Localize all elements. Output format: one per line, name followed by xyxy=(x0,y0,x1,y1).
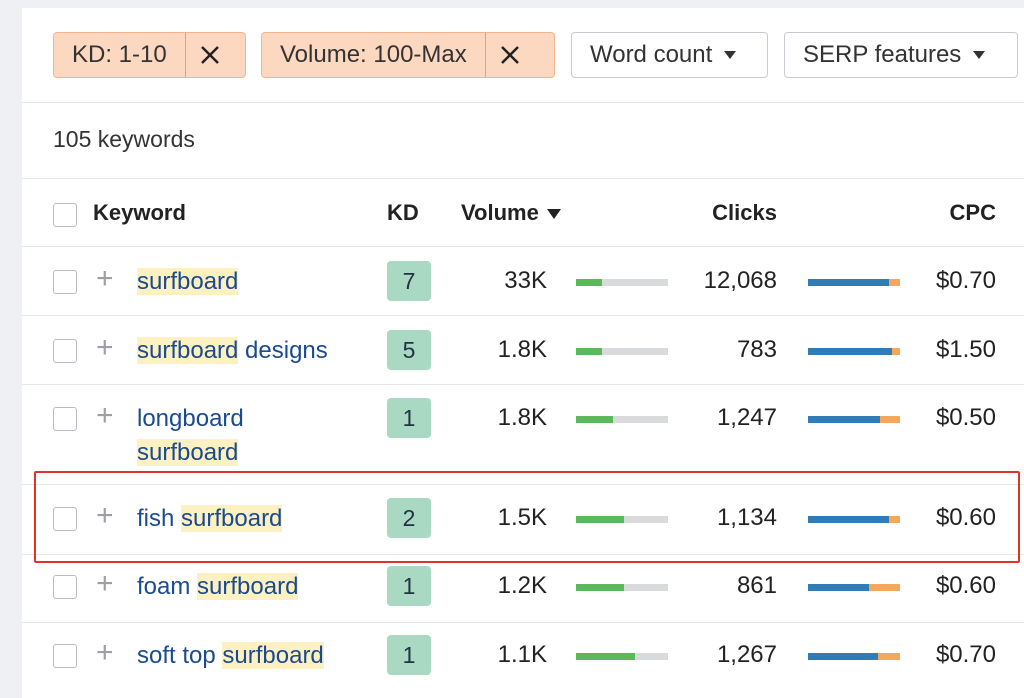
keyword-prefix: soft top xyxy=(137,642,223,669)
clicks-value: 1,267 xyxy=(716,641,777,668)
volume-bar xyxy=(576,584,668,591)
word-count-label: Word count xyxy=(590,41,713,68)
keywords-panel: KD: 1-10 Volume: 100-Max Word count SERP… xyxy=(22,8,1024,698)
volume-bar-fill xyxy=(576,416,613,423)
kd-badge: 1 xyxy=(387,635,431,675)
clicks-bar xyxy=(808,348,900,355)
volume-bar xyxy=(576,279,668,286)
keyword-link[interactable]: soft top surfboard xyxy=(137,639,367,673)
close-icon[interactable] xyxy=(184,33,234,77)
row-checkbox[interactable] xyxy=(53,644,77,668)
cpc-value: $0.70 xyxy=(935,641,996,668)
keyword-link[interactable]: surfboard designs xyxy=(137,334,367,368)
keyword-count: 105 keywords xyxy=(53,126,195,152)
plus-icon[interactable]: + xyxy=(96,569,114,599)
divider xyxy=(22,384,1024,385)
divider xyxy=(22,178,1024,179)
volume-bar-fill xyxy=(576,584,624,591)
volume-filter-label: Volume: 100-Max xyxy=(280,41,467,68)
volume-value: 1.2K xyxy=(497,572,547,599)
kd-badge: 1 xyxy=(387,398,431,438)
keyword-match: surfboard xyxy=(137,439,239,466)
row-checkbox[interactable] xyxy=(53,339,77,363)
kd-badge: 1 xyxy=(387,566,431,606)
divider xyxy=(22,315,1024,316)
kd-filter-label: KD: 1-10 xyxy=(72,41,167,68)
divider xyxy=(22,246,1024,247)
cpc-value: $1.50 xyxy=(935,336,996,363)
volume-value: 33K xyxy=(504,267,547,294)
divider xyxy=(22,622,1024,623)
keyword-prefix: foam xyxy=(137,573,198,600)
kd-badge: 7 xyxy=(387,261,431,301)
volume-filter-chip[interactable]: Volume: 100-Max xyxy=(261,32,555,78)
keyword-match: surfboard xyxy=(197,573,299,600)
select-all-checkbox[interactable] xyxy=(53,203,77,227)
volume-bar xyxy=(576,348,668,355)
serp-features-dropdown[interactable]: SERP features xyxy=(784,32,1018,78)
keyword-link[interactable]: longboard surfboard xyxy=(137,402,287,470)
volume-value: 1.8K xyxy=(497,404,547,431)
clicks-value: 12,068 xyxy=(703,267,777,294)
cpc-value: $0.50 xyxy=(935,404,996,431)
row-checkbox[interactable] xyxy=(53,270,77,294)
serp-features-label: SERP features xyxy=(803,41,962,68)
clicks-bar-fill xyxy=(808,416,880,423)
column-header-kd[interactable]: KD xyxy=(387,200,419,226)
volume-bar xyxy=(576,653,668,660)
clicks-bar-fill xyxy=(808,653,878,660)
plus-icon[interactable]: + xyxy=(96,638,114,668)
plus-icon[interactable]: + xyxy=(96,401,114,431)
keyword-match: surfboard xyxy=(222,642,324,669)
volume-bar-fill xyxy=(576,653,635,660)
clicks-value: 1,247 xyxy=(716,404,777,431)
clicks-bar-fill xyxy=(808,279,889,286)
close-icon[interactable] xyxy=(484,33,534,77)
caret-down-icon xyxy=(973,51,986,59)
keyword-link[interactable]: foam surfboard xyxy=(137,570,367,604)
volume-bar-fill xyxy=(576,279,602,286)
volume-value: 1.8K xyxy=(497,336,547,363)
highlight-box xyxy=(34,471,1020,563)
plus-icon[interactable]: + xyxy=(96,333,114,363)
column-header-keyword[interactable]: Keyword xyxy=(93,200,186,226)
clicks-bar xyxy=(808,584,900,591)
volume-value: 1.1K xyxy=(497,641,547,668)
kd-badge: 5 xyxy=(387,330,431,370)
column-header-cpc[interactable]: CPC xyxy=(950,200,996,226)
clicks-bar-fill xyxy=(808,584,869,591)
column-header-clicks[interactable]: Clicks xyxy=(712,200,777,226)
volume-bar xyxy=(576,416,668,423)
row-checkbox[interactable] xyxy=(53,407,77,431)
column-header-volume[interactable]: Volume xyxy=(461,200,561,226)
caret-down-icon xyxy=(724,51,737,59)
sort-desc-icon xyxy=(546,209,561,220)
column-header-volume-label: Volume xyxy=(461,200,539,225)
plus-icon[interactable]: + xyxy=(96,264,114,294)
keyword-prefix: longboard xyxy=(137,405,244,432)
clicks-bar xyxy=(808,653,900,660)
clicks-bar xyxy=(808,279,900,286)
volume-bar-fill xyxy=(576,348,602,355)
kd-filter-chip[interactable]: KD: 1-10 xyxy=(53,32,246,78)
cpc-value: $0.60 xyxy=(935,572,996,599)
clicks-bar xyxy=(808,416,900,423)
clicks-value: 783 xyxy=(736,336,777,363)
keyword-link[interactable]: surfboard xyxy=(137,265,367,299)
keyword-suffix: designs xyxy=(238,337,328,364)
keyword-match: surfboard xyxy=(137,268,239,295)
clicks-bar-fill xyxy=(808,348,892,355)
filter-bar: KD: 1-10 Volume: 100-Max Word count SERP… xyxy=(22,8,1024,103)
clicks-value: 861 xyxy=(736,572,777,599)
word-count-dropdown[interactable]: Word count xyxy=(571,32,768,78)
keyword-match: surfboard xyxy=(137,337,239,364)
row-checkbox[interactable] xyxy=(53,575,77,599)
cpc-value: $0.70 xyxy=(935,267,996,294)
